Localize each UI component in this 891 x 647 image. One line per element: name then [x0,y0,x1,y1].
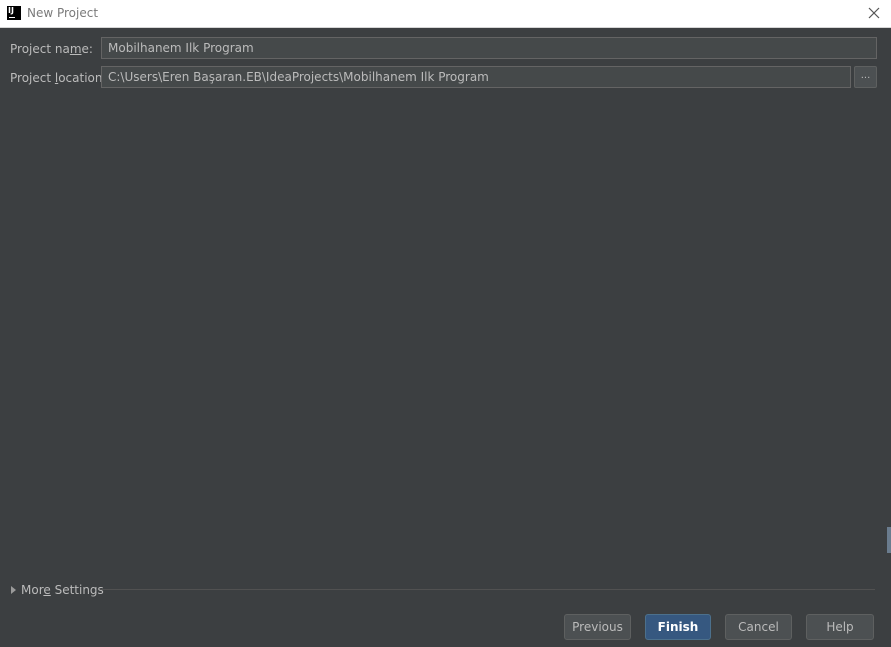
cancel-button[interactable]: Cancel [725,614,792,640]
settings-divider [100,589,875,590]
edge-scroll-handle[interactable] [887,527,891,553]
browse-button[interactable]: ... [854,66,877,88]
project-name-input[interactable] [101,37,877,59]
close-icon [868,7,880,19]
window-title: New Project [27,6,99,20]
intellij-idea-icon: IJ [7,6,21,20]
more-settings-label: More Settings [21,583,104,597]
new-project-dialog: IJ New Project Project name: Project loc… [0,0,891,647]
finish-button[interactable]: Finish [645,614,711,640]
project-location-input[interactable] [101,66,851,88]
title-bar: IJ New Project [0,0,891,28]
help-button[interactable]: Help [806,614,874,640]
previous-button[interactable]: Previous [564,614,631,640]
project-location-label: Project location: [10,71,107,85]
project-name-label: Project name: [10,42,93,56]
app-icon-text: IJ [8,6,14,15]
close-button[interactable] [862,2,886,24]
triangle-right-icon [11,586,16,594]
